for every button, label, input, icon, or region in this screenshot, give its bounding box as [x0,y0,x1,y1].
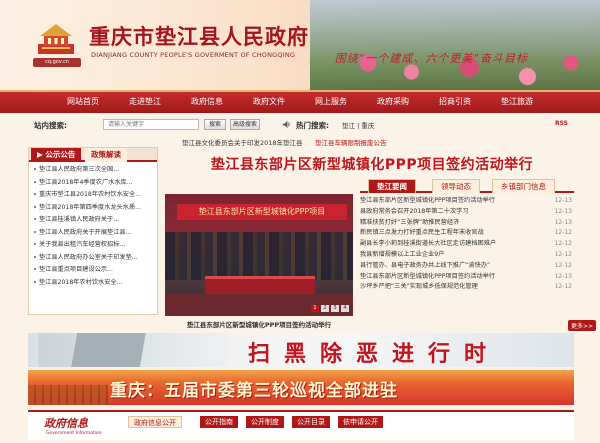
more-news-button[interactable]: 更多>> [567,320,596,331]
nav-item-tourism[interactable]: 垫江旅游 [486,92,548,113]
pager-dot[interactable]: 3 [331,305,339,312]
list-item[interactable]: 垫江县人民政府第三次全国... [34,164,153,177]
photo-banner-text: 垫江县东部片区新型城镇化PPP项目 [177,204,347,220]
tab-gov-info-disclosure[interactable]: 政府信息公开 [128,416,182,428]
list-item[interactable]: 副县长李小莉到桂溪街道长大社区走访建档困难户 12-12 [360,239,574,250]
gov-info-section: 政府信息 Government Information 政府信息公开 公开指南 … [28,410,574,440]
news-ticker: 垫江县文化委员会关于印发2018年垫江县 垫江县车辆限制报废公告 [182,137,572,147]
tab-local-news[interactable]: 垫江要闻 [368,179,416,193]
site-title[interactable]: 重庆市垫江县人民政府 [89,21,309,51]
list-item[interactable]: 沙坪乡严把“三关”实现城乡低保规范化管理 12-12 [360,282,574,293]
speaker-icon [282,120,290,129]
tab-apply-disclosure[interactable]: 依申请公开 [338,416,383,428]
gov-info-subtitle: Government Information [46,431,102,436]
news-panel: 垫江要闻 领导动态 乡镇部门信息 垫江县东部片区新型城镇化PPP项目签约活动举行… [360,178,574,328]
news-tabs: 垫江要闻 领导动态 乡镇部门信息 [360,178,574,193]
hot-search-label: 热门搜索: [296,121,329,130]
tab-township-info[interactable]: 乡镇部门信息 [492,179,555,193]
list-item[interactable]: 新民镇三点发力打好重点民生工程年末收官战 12-12 [360,228,574,239]
notice-tabs: ▶ 公示公告 政策解读 [29,148,157,162]
list-item[interactable]: 垫江县桂溪镇人民政府关于... [34,214,153,227]
government-emblem-icon [38,24,74,54]
list-item[interactable]: 垫江县2018年4季度农广水水库... [34,177,153,190]
tab-policy-interpretation[interactable]: 政策解读 [85,148,127,162]
nav-item-procurement[interactable]: 政府采购 [362,92,424,113]
list-item[interactable]: 我县新增规模以上工业企业9户 12-12 [360,250,574,261]
tab-notices-label: 公示公告 [45,150,76,159]
search-input[interactable] [103,119,199,130]
list-item[interactable]: 垫江县东部片区新型城镇化PPP项目签约活动举行 12-13 [360,272,574,283]
tab-disclosure-guide[interactable]: 公开指南 [200,416,238,428]
list-item[interactable]: 垫江县人民政府关于开展垫江县... [34,227,153,240]
photo-people [165,232,353,280]
nav-item-gov-info[interactable]: 政府信息 [176,92,238,113]
list-item[interactable]: 垫江县重点项目建设公示... [34,264,153,277]
nav-item-home[interactable]: 网站首页 [52,92,114,113]
list-item[interactable]: 县政府常务会召开2018年第二十次学习 12-13 [360,207,574,218]
pager-dot[interactable]: 2 [321,305,329,312]
main-nav: 网站首页 走进垫江 政府信息 政府文件 网上服务 政府采购 招商引资 垫江旅游 [0,90,600,113]
ticker-item[interactable]: 垫江县文化委员会关于印发2018年垫江县 [182,139,303,147]
rss-link[interactable]: RSS [555,120,568,127]
tab-disclosure-catalog[interactable]: 公开目录 [292,416,330,428]
list-item[interactable]: 垫江县人民政府办公室关于印发垫... [34,252,153,265]
pager-dot[interactable]: 1 [311,305,319,312]
inspection-banner[interactable]: 重庆：五届市委第三轮巡视全部进驻 [28,370,574,405]
banner-statue-image [38,333,228,367]
nav-item-gov-docs[interactable]: 政府文件 [238,92,300,113]
tab-disclosure-rules[interactable]: 公开制度 [246,416,284,428]
news-list: 垫江县东部片区新型城镇化PPP项目签约活动举行 12-13 县政府常务会召开201… [360,193,574,293]
ticker-item[interactable]: 垫江县车辆限制报废公告 [315,139,387,147]
pager-dot[interactable]: 4 [341,305,349,312]
anti-crime-banner[interactable]: 扫黑除恶进行时 [28,333,574,367]
tab-notices[interactable]: ▶ 公示公告 [31,148,82,162]
header-slogan: 围绕“一个建成、六个更美”奋斗目标 [334,52,528,65]
notice-list: 垫江县人民政府第三次全国... 垫江县2018年4季度农广水水库... 重庆市垫… [29,162,157,289]
list-item[interactable]: 重庆市垫江县2018年农村饮水安全... [34,189,153,202]
nav-item-investment[interactable]: 招商引资 [424,92,486,113]
nav-item-online-service[interactable]: 网上服务 [300,92,362,113]
notice-panel: ▶ 公示公告 政策解读 垫江县人民政府第三次全国... 垫江县2018年4季度农… [28,147,158,315]
nav-item-about[interactable]: 走进垫江 [114,92,176,113]
tab-leader-activity[interactable]: 领导动态 [432,179,480,193]
banner-wall-image [28,385,108,405]
advanced-search-button[interactable]: 高级搜索 [230,119,260,130]
header-scenery-image [310,0,600,90]
list-item[interactable]: 县行管办、县电子政务办共上线下推广“渝快办” 12-12 [360,261,574,272]
news-photo[interactable]: 垫江县东部片区新型城镇化PPP项目 1 2 3 4 [165,194,353,316]
list-item[interactable]: 精准扶贫打好“三张牌”助推民营经济 12-13 [360,218,574,229]
photo-pager: 1 2 3 4 [311,305,349,312]
photo-caption[interactable]: 垫江县东部片区新型城镇化PPP项目签约活动举行 [165,319,353,329]
site-header: 围绕“一个建成、六个更美”奋斗目标 cq.gov.cn 重庆市垫江县人民政府 D… [0,0,600,90]
list-item[interactable]: 垫江县东部片区新型城镇化PPP项目签约活动举行 12-13 [360,196,574,207]
list-item[interactable]: 垫江县2018年第四季度水龙头水质... [34,202,153,215]
photo-signing-table [205,276,315,294]
search-label: 站内搜索: [34,121,67,130]
list-item[interactable]: 关于我县出租汽车经营权招标... [34,239,153,252]
anti-crime-banner-text: 扫黑除恶进行时 [248,342,501,367]
search-button[interactable]: 搜索 [204,119,226,130]
list-item[interactable]: 垫江县2018年农村饮水安全... [34,277,153,290]
site-subtitle: DIANJIANG COUNTY PEOPLE'S GOVERMENT OF C… [91,51,296,59]
search-bar: 站内搜索: 搜索 高级搜索 热门搜索: 垫江 | 重庆 RSS [28,117,576,133]
inspection-banner-text: 重庆：五届市委第三轮巡视全部进驻 [110,381,398,401]
page: 围绕“一个建成、六个更美”奋斗目标 cq.gov.cn 重庆市垫江县人民政府 D… [0,0,600,443]
hot-search-words[interactable]: 垫江 | 重庆 [342,120,374,130]
headline-news[interactable]: 垫江县东部片区新型城镇化PPP项目签约活动举行 [172,154,572,174]
logo-url-badge: cq.gov.cn [33,58,81,67]
gov-info-title: 政府信息 [44,417,88,430]
